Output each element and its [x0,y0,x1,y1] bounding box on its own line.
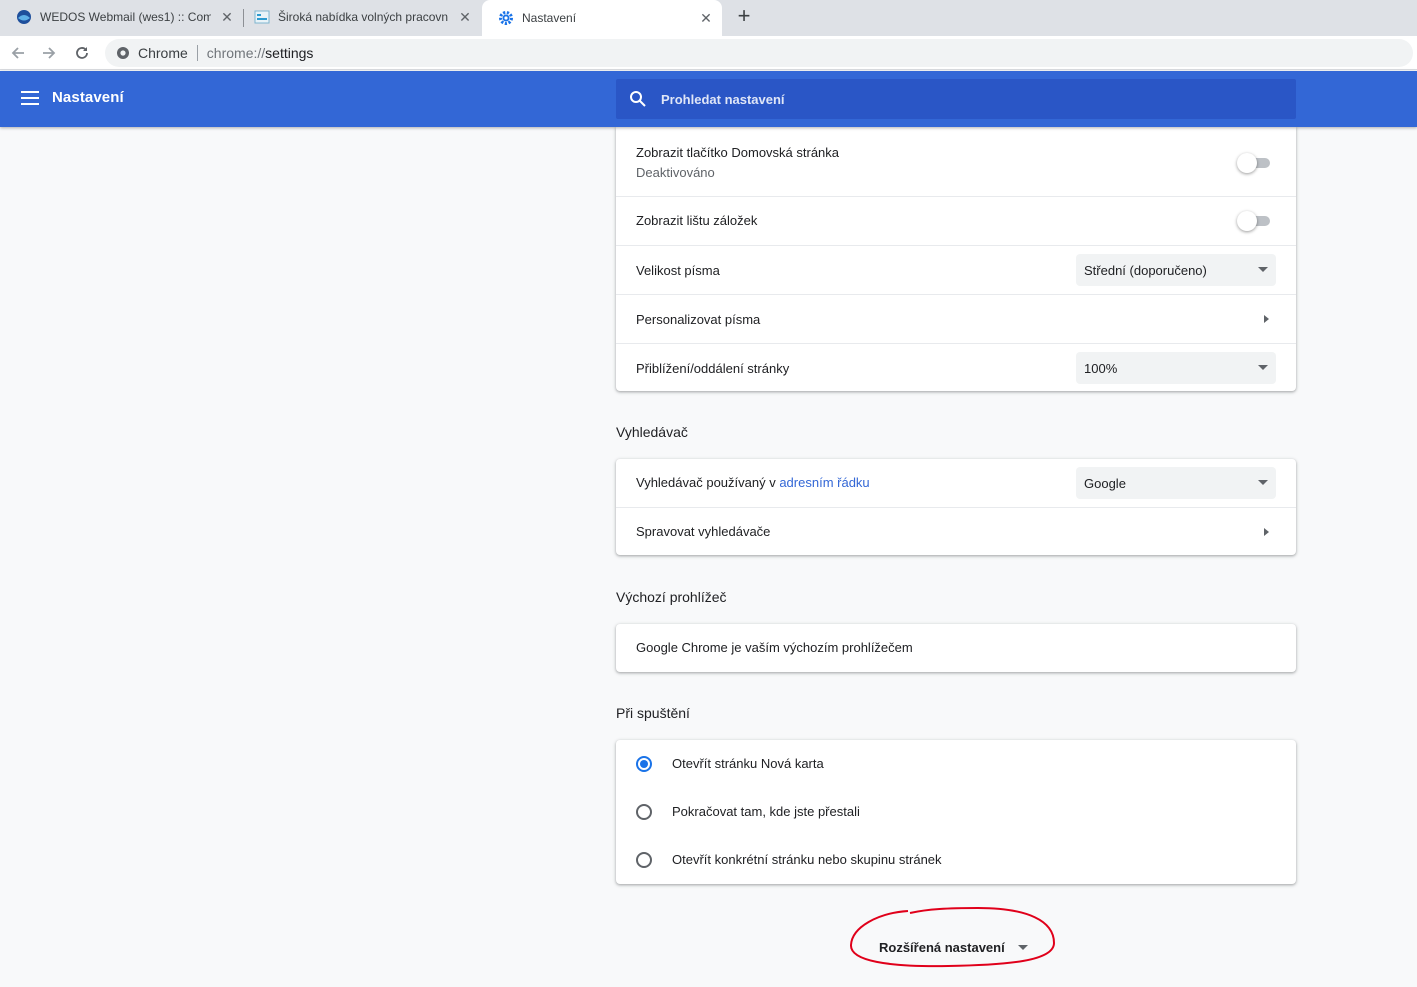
browser-toolbar: Chrome chrome://settings [0,36,1417,70]
tab-title: Široká nabídka volných pracovníc [278,10,449,24]
default-browser-status: Google Chrome je vaším výchozím prohlíže… [636,640,913,655]
manage-search-engines-label: Spravovat vyhledávače [636,524,771,539]
search-engine-row: Vyhledávač používaný v adresním řádku Go… [616,459,1296,507]
search-engine-label: Vyhledávač používaný v adresním řádku [636,475,870,490]
font-size-row: Velikost písma Střední (doporučeno) [616,245,1296,294]
zoom-value: 100% [1084,360,1118,376]
forward-button[interactable] [36,40,62,66]
settings-search[interactable] [616,79,1296,119]
font-size-label: Velikost písma [636,263,720,278]
radio-specific-pages[interactable] [636,852,652,868]
close-tab-icon[interactable]: ✕ [219,9,235,25]
font-size-value: Střední (doporučeno) [1084,262,1207,278]
on-startup-title: Při spuštění [616,705,690,721]
tab-title: WEDOS Webmail (wes1) :: Compo [40,10,211,24]
address-bar-link[interactable]: adresním řádku [779,475,869,490]
search-input[interactable] [661,91,1261,107]
on-startup-card: Otevřít stránku Nová karta Pokračovat ta… [616,740,1296,884]
arrow-right-icon [1264,528,1269,536]
url-scheme: chrome:// [206,45,266,61]
default-browser-row: Google Chrome je vaším výchozím prohlíže… [616,624,1296,672]
back-button[interactable] [5,40,31,66]
settings-header: Nastavení [0,71,1417,127]
arrow-right-icon [1264,315,1269,323]
default-browser-card: Google Chrome je vaším výchozím prohlíže… [616,624,1296,672]
startup-option-new-tab[interactable]: Otevřít stránku Nová karta [616,740,1296,788]
arrow-right-icon [43,47,56,59]
home-button-toggle[interactable] [1237,153,1273,173]
new-tab-button[interactable]: + [733,5,755,28]
customize-fonts-label: Personalizovat písma [636,312,761,327]
gear-icon [499,11,513,25]
customize-fonts-row[interactable]: Personalizovat písma [616,294,1296,343]
omnibox-divider [196,45,198,61]
zoom-label: Přiblížení/oddálení stránky [636,361,790,376]
radio-continue[interactable] [636,804,652,820]
default-browser-title: Výchozí prohlížeč [616,589,727,605]
caret-down-icon [1258,267,1268,272]
manage-search-engines-row[interactable]: Spravovat vyhledávače [616,507,1296,555]
omnibox-chrome-label: Chrome [138,45,188,61]
startup-option-label: Otevřít konkrétní stránku nebo skupinu s… [672,852,942,867]
home-button-status: Deaktivováno [636,165,715,180]
chrome-icon [117,47,129,59]
page-title: Nastavení [52,89,124,106]
search-engine-label-prefix: Vyhledávač používaný v [636,475,780,490]
bookmarks-bar-row[interactable]: Zobrazit lištu záložek [616,196,1296,245]
zoom-select[interactable]: 100% [1076,352,1276,384]
close-tab-icon[interactable]: ✕ [698,10,714,26]
jobs-site-icon [254,10,270,24]
home-button-label: Zobrazit tlačítko Domovská stránka [636,145,840,160]
font-size-select[interactable]: Střední (doporučeno) [1076,254,1276,286]
search-engine-title: Vyhledávač [616,424,688,440]
reload-icon [76,47,88,59]
startup-option-label: Otevřít stránku Nová karta [672,756,824,771]
tab-title: Nastavení [522,11,577,25]
close-tab-icon[interactable]: ✕ [457,9,473,25]
startup-option-label: Pokračovat tam, kde jste přestali [672,804,860,819]
hamburger-menu-icon[interactable] [21,91,39,107]
search-engine-select[interactable]: Google [1076,467,1276,499]
startup-option-specific-pages[interactable]: Otevřít konkrétní stránku nebo skupinu s… [616,836,1296,884]
bookmarks-bar-toggle[interactable] [1237,211,1273,231]
search-engine-card: Vyhledávač používaný v adresním řádku Go… [616,459,1296,555]
reload-button[interactable] [69,40,95,66]
home-button-row[interactable]: Zobrazit tlačítko Domovská stránka Deakt… [616,127,1296,196]
address-bar[interactable]: Chrome chrome://settings [105,39,1413,67]
tab-settings[interactable]: Nastavení ✕ [482,0,722,36]
search-engine-value: Google [1084,475,1126,491]
radio-new-tab[interactable] [636,756,652,772]
tab-wedos-webmail[interactable]: WEDOS Webmail (wes1) :: Compo ✕ [0,0,243,34]
bookmarks-bar-label: Zobrazit lištu záložek [636,213,758,228]
wedos-icon [17,10,31,24]
appearance-card: Zobrazit tlačítko Domovská stránka Deakt… [616,127,1296,391]
tab-jobs[interactable]: Široká nabídka volných pracovníc ✕ [238,0,481,34]
search-icon [630,91,646,107]
arrow-left-icon [11,47,24,59]
url-host: settings [265,45,314,61]
red-annotation-circle [849,906,1056,968]
tab-strip: WEDOS Webmail (wes1) :: Compo ✕ Široká n… [0,0,1417,36]
zoom-row: Přiblížení/oddálení stránky 100% [616,343,1296,391]
caret-down-icon [1258,365,1268,370]
caret-down-icon [1258,480,1268,485]
startup-option-continue[interactable]: Pokračovat tam, kde jste přestali [616,788,1296,836]
